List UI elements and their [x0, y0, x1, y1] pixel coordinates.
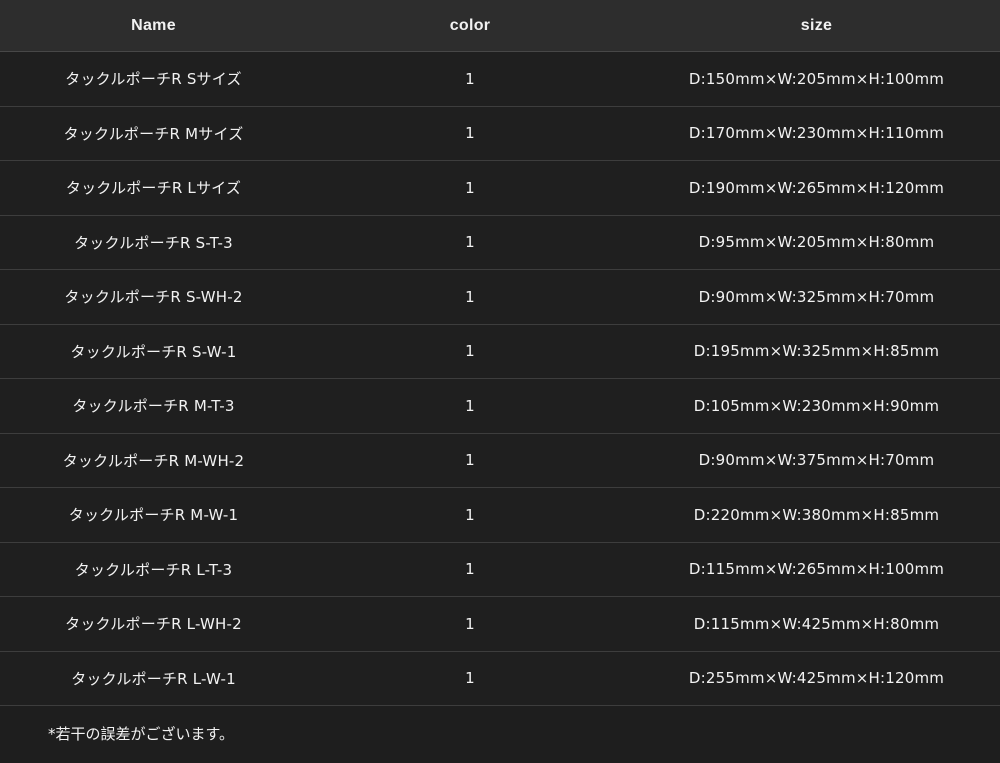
table-row: タックルポーチR S-T-3 1 D:95mm×W:205mm×H:80mm [0, 215, 1000, 270]
tolerance-note: *若干の誤差がございます。 [48, 724, 235, 743]
cell-size: D:150mm×W:205mm×H:100mm [688, 69, 945, 88]
cell-size: D:255mm×W:425mm×H:120mm [688, 669, 945, 688]
cell-name: タックルポーチR Lサイズ [65, 179, 242, 198]
header-color: color [449, 16, 491, 34]
cell-color: 1 [465, 342, 475, 361]
cell-size: D:220mm×W:380mm×H:85mm [693, 505, 940, 524]
cell-size: D:190mm×W:265mm×H:120mm [688, 178, 945, 197]
cell-color: 1 [465, 451, 475, 470]
cell-name: タックルポーチR L-WH-2 [65, 615, 242, 634]
header-size: size [800, 16, 833, 34]
cell-name: タックルポーチR L-W-1 [71, 669, 236, 688]
table-row: タックルポーチR M-T-3 1 D:105mm×W:230mm×H:90mm [0, 379, 1000, 434]
cell-size: D:195mm×W:325mm×H:85mm [693, 342, 940, 361]
cell-name: タックルポーチR M-T-3 [72, 397, 235, 416]
table-row: タックルポーチR L-T-3 1 D:115mm×W:265mm×H:100mm [0, 542, 1000, 597]
cell-name: タックルポーチR Sサイズ [65, 70, 242, 89]
cell-color: 1 [465, 669, 475, 688]
header-name: Name [131, 16, 176, 34]
table-row: タックルポーチR L-WH-2 1 D:115mm×W:425mm×H:80mm [0, 597, 1000, 652]
table-row: タックルポーチR M-W-1 1 D:220mm×W:380mm×H:85mm [0, 488, 1000, 543]
table-row: タックルポーチR S-W-1 1 D:195mm×W:325mm×H:85mm [0, 324, 1000, 379]
cell-size: D:115mm×W:425mm×H:80mm [693, 614, 940, 633]
cell-size: D:115mm×W:265mm×H:100mm [688, 560, 945, 579]
table-row: タックルポーチR Sサイズ 1 D:150mm×W:205mm×H:100mm [0, 52, 1000, 107]
cell-size: D:90mm×W:325mm×H:70mm [698, 287, 935, 306]
cell-size: D:105mm×W:230mm×H:90mm [693, 396, 940, 415]
table-header-row: Name color size [0, 0, 1000, 52]
cell-name: タックルポーチR M-WH-2 [62, 451, 245, 470]
cell-color: 1 [465, 178, 475, 197]
cell-color: 1 [465, 614, 475, 633]
table-row: タックルポーチR M-WH-2 1 D:90mm×W:375mm×H:70mm [0, 433, 1000, 488]
cell-name: タックルポーチR S-WH-2 [64, 288, 243, 307]
cell-color: 1 [465, 233, 475, 252]
cell-color: 1 [465, 560, 475, 579]
cell-name: タックルポーチR S-T-3 [74, 233, 233, 252]
table-row: タックルポーチR L-W-1 1 D:255mm×W:425mm×H:120mm [0, 651, 1000, 706]
cell-size: D:95mm×W:205mm×H:80mm [698, 233, 935, 252]
table-row: タックルポーチR S-WH-2 1 D:90mm×W:325mm×H:70mm [0, 270, 1000, 325]
cell-color: 1 [465, 505, 475, 524]
cell-name: タックルポーチR Mサイズ [63, 124, 244, 143]
cell-size: D:170mm×W:230mm×H:110mm [688, 124, 945, 143]
cell-color: 1 [465, 287, 475, 306]
cell-color: 1 [465, 69, 475, 88]
table-row: タックルポーチR Mサイズ 1 D:170mm×W:230mm×H:110mm [0, 106, 1000, 161]
cell-name: タックルポーチR M-W-1 [68, 506, 239, 525]
cell-name: タックルポーチR S-W-1 [70, 342, 237, 361]
table-row: タックルポーチR Lサイズ 1 D:190mm×W:265mm×H:120mm [0, 161, 1000, 216]
cell-color: 1 [465, 396, 475, 415]
spec-table: Name color size タックルポーチR Sサイズ 1 D:150mm×… [0, 0, 1000, 706]
cell-name: タックルポーチR L-T-3 [74, 560, 233, 579]
cell-color: 1 [465, 124, 475, 143]
cell-size: D:90mm×W:375mm×H:70mm [698, 451, 935, 470]
